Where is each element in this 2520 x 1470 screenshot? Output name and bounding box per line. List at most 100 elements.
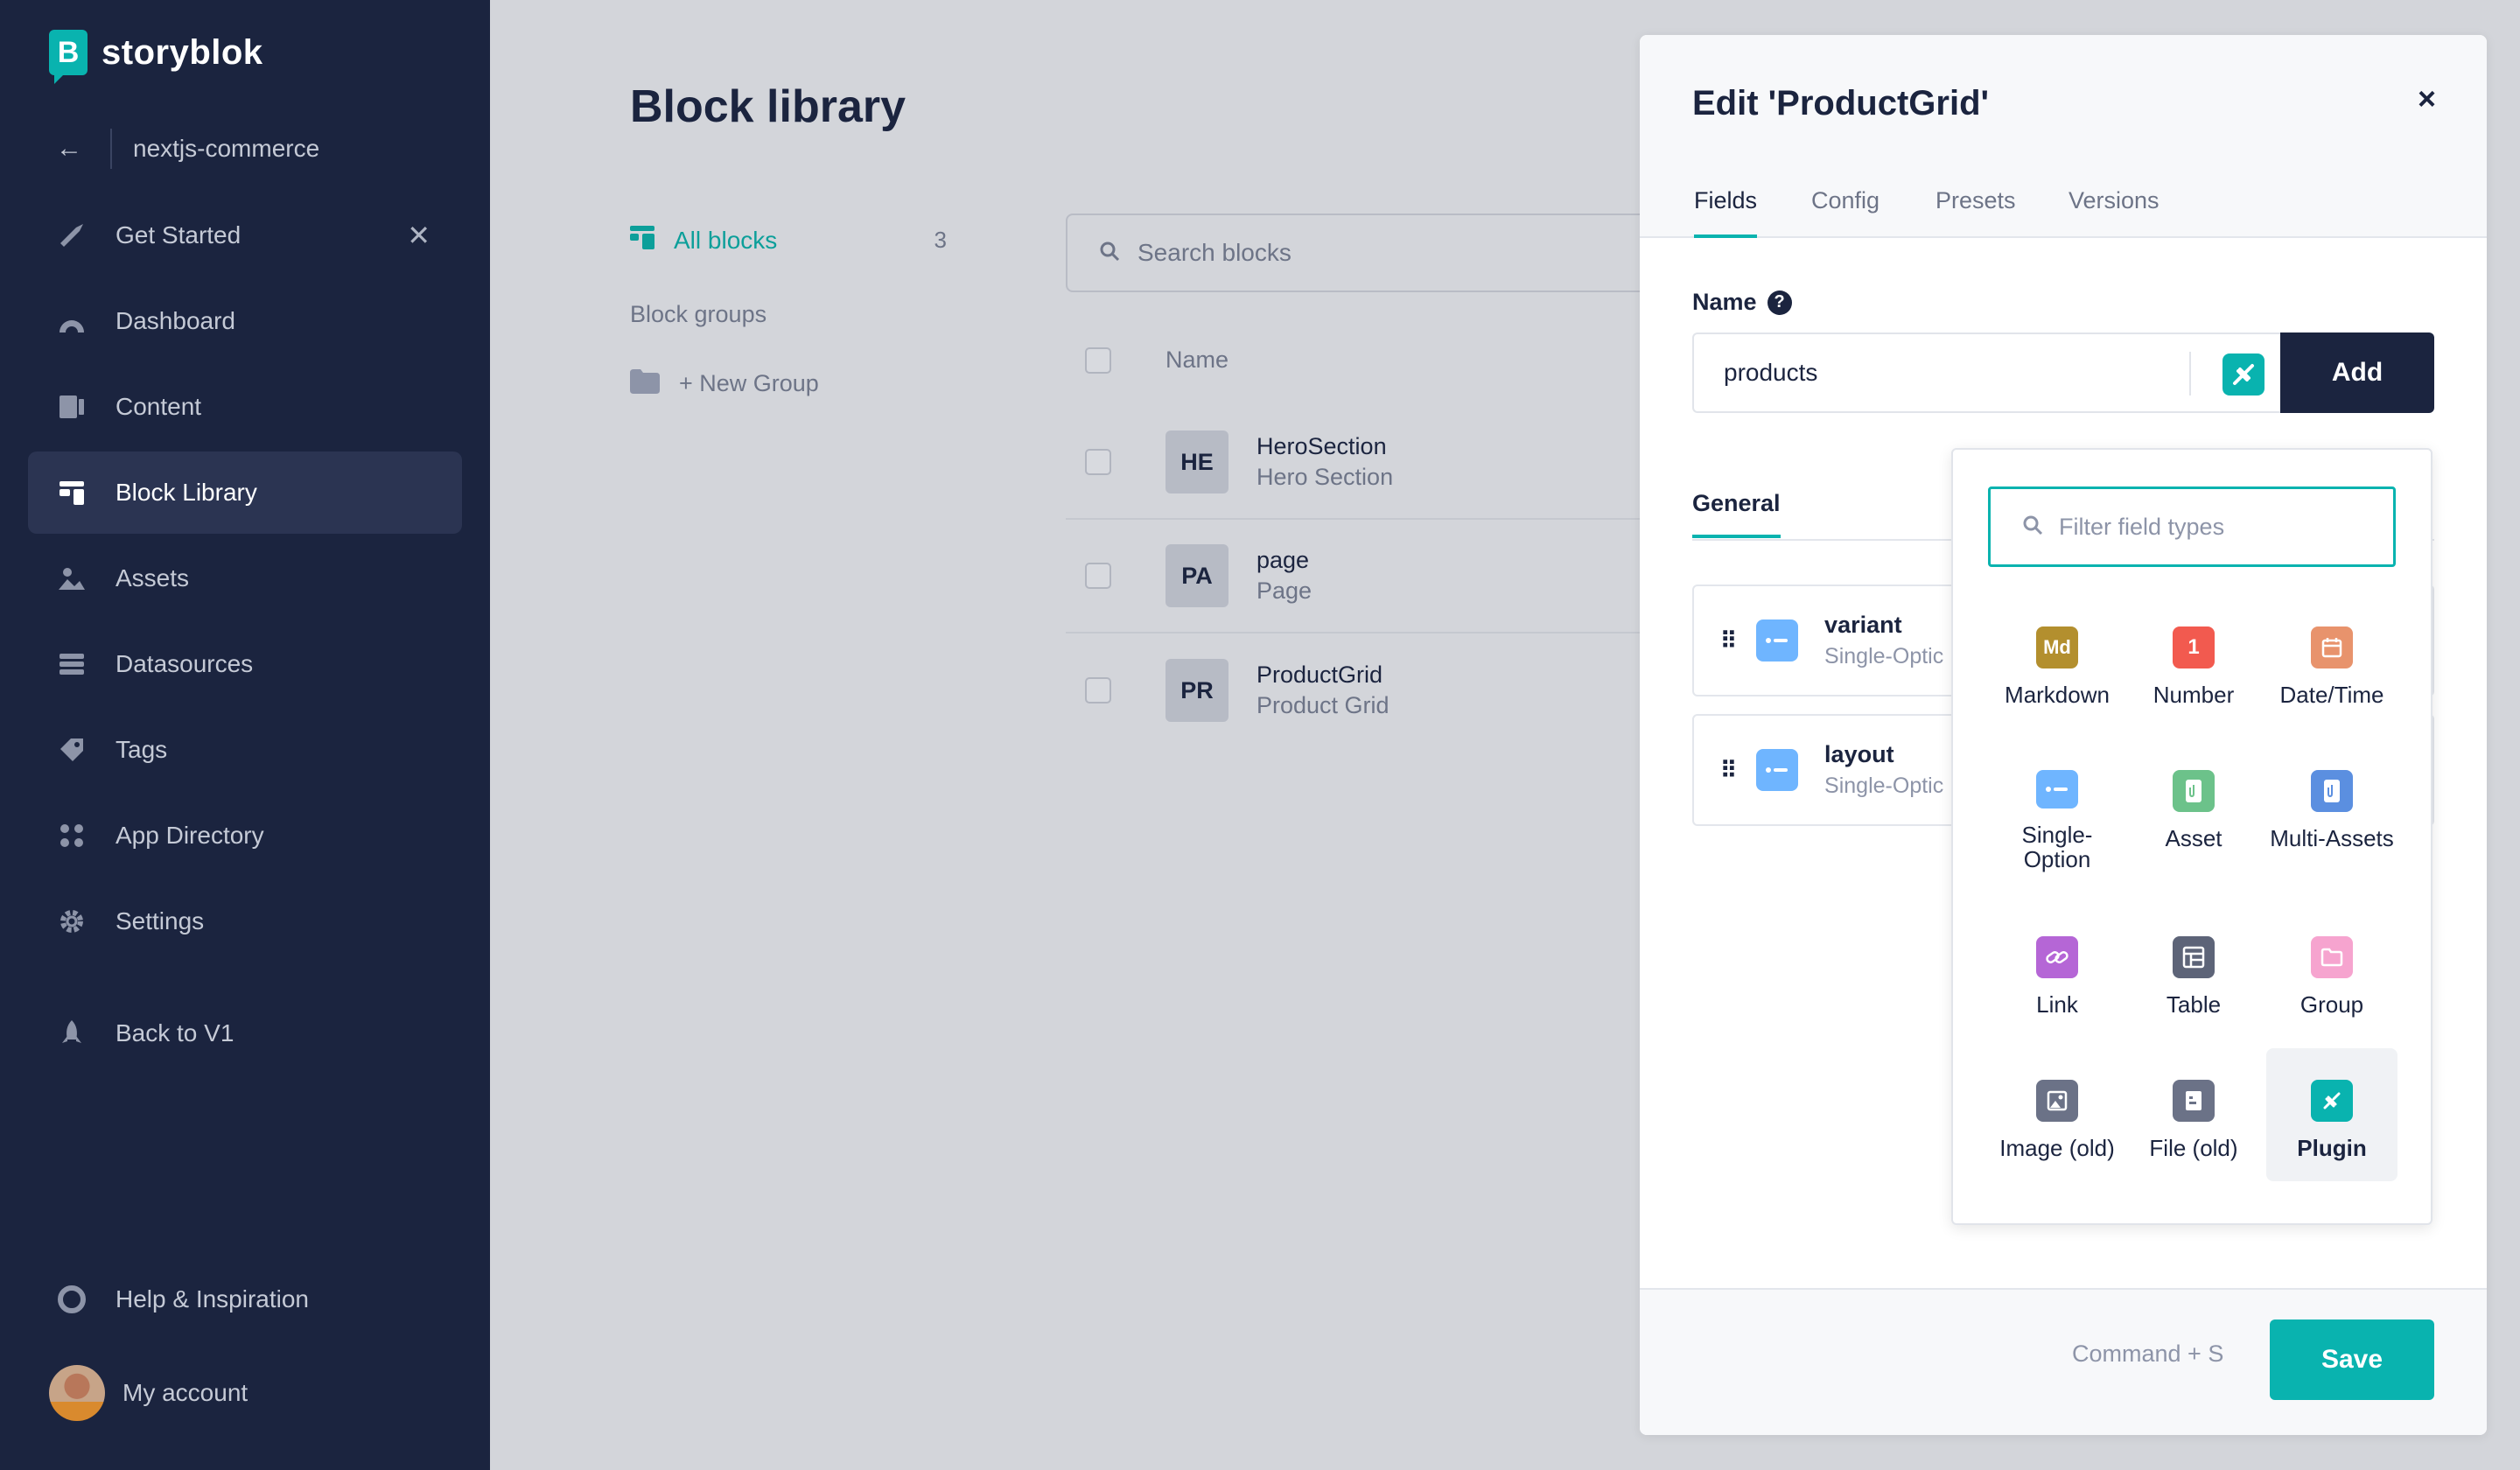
field-type-label: Image (old) bbox=[1999, 1135, 2115, 1161]
sidebar-item-get-started[interactable]: Get Started ✕ bbox=[28, 194, 462, 276]
field-type-multi-assets[interactable]: Multi-Assets bbox=[2266, 738, 2398, 872]
tab-fields[interactable]: Fields bbox=[1694, 187, 1758, 238]
sidebar-item-content[interactable]: Content bbox=[28, 366, 462, 448]
space-back-link[interactable]: ← nextjs-commerce bbox=[56, 128, 319, 170]
asset-icon bbox=[2173, 770, 2215, 812]
divider bbox=[110, 129, 112, 169]
brand-name: storyblok bbox=[102, 32, 263, 72]
sidebar-item-settings[interactable]: Settings bbox=[28, 880, 462, 962]
gear-icon bbox=[56, 906, 88, 937]
block-display-name: Product Grid bbox=[1256, 692, 1390, 718]
sidebar-item-label: Assets bbox=[116, 564, 190, 592]
space-name: nextjs-commerce bbox=[133, 135, 320, 162]
block-name: ProductGrid bbox=[1256, 662, 1383, 688]
field-type-group[interactable]: Group bbox=[2266, 905, 2398, 1038]
add-field-button[interactable]: Add bbox=[2280, 332, 2434, 413]
blocks-icon bbox=[630, 226, 658, 255]
field-name-input[interactable]: products bbox=[1692, 332, 2284, 413]
field-type-label: Markdown bbox=[2005, 682, 2110, 708]
field-type-label: Group bbox=[2300, 991, 2364, 1018]
sidebar-item-assets[interactable]: Assets bbox=[28, 537, 462, 620]
markdown-icon: Md bbox=[2036, 626, 2078, 668]
sidebar-item-label: Block Library bbox=[116, 479, 257, 506]
sidebar-item-label: Help & Inspiration bbox=[116, 1285, 310, 1312]
sidebar-item-datasources[interactable]: Datasources bbox=[28, 623, 462, 705]
block-badge: HE bbox=[1166, 430, 1228, 494]
image-icon bbox=[56, 563, 88, 594]
field-type-label: Link bbox=[2036, 991, 2078, 1018]
panel-header bbox=[1640, 35, 2487, 238]
apps-icon bbox=[56, 820, 88, 851]
block-badge: PR bbox=[1166, 659, 1228, 722]
account-label: My account bbox=[122, 1379, 248, 1406]
sidebar-item-help[interactable]: Help & Inspiration bbox=[28, 1258, 462, 1340]
rocket-icon bbox=[56, 1018, 88, 1049]
all-blocks-filter[interactable]: All blocks 3 bbox=[630, 226, 947, 255]
field-type-markdown[interactable]: Md Markdown bbox=[1992, 595, 2123, 728]
field-type-datetime[interactable]: Date/Time bbox=[2266, 595, 2398, 728]
panel-title: Edit 'ProductGrid' bbox=[1692, 84, 1990, 122]
sidebar-item-label: Tags bbox=[116, 736, 168, 763]
select-all-checkbox[interactable] bbox=[1085, 346, 1111, 374]
row-checkbox[interactable] bbox=[1085, 677, 1111, 704]
row-checkbox[interactable] bbox=[1085, 563, 1111, 589]
field-type-asset[interactable]: Asset bbox=[2128, 738, 2259, 872]
tag-icon bbox=[56, 734, 88, 766]
tab-config[interactable]: Config bbox=[1811, 187, 1880, 238]
field-type-link[interactable]: Link bbox=[1992, 905, 2123, 1038]
filter-field-types-input[interactable]: Filter field types bbox=[1988, 486, 2396, 567]
name-label-text: Name bbox=[1692, 289, 1757, 315]
sidebar-item-label: Get Started bbox=[116, 221, 242, 248]
field-type-table[interactable]: Table bbox=[2128, 905, 2259, 1038]
sidebar-item-label: App Directory bbox=[116, 822, 264, 849]
single-option-icon bbox=[2036, 770, 2078, 808]
content-icon bbox=[56, 391, 88, 423]
field-type-file-old[interactable]: File (old) bbox=[2128, 1048, 2259, 1181]
database-icon bbox=[56, 648, 88, 680]
account-menu[interactable]: My account bbox=[49, 1365, 248, 1421]
column-header-name[interactable]: Name bbox=[1166, 346, 1228, 374]
tab-versions[interactable]: Versions bbox=[2068, 187, 2160, 238]
sidebar-item-tags[interactable]: Tags bbox=[28, 709, 462, 791]
number-icon: 1 bbox=[2173, 626, 2215, 668]
tab-general[interactable]: General bbox=[1692, 490, 1781, 538]
link-icon bbox=[2036, 936, 2078, 978]
search-icon bbox=[2022, 514, 2043, 540]
sidebar-item-label: Datasources bbox=[116, 650, 254, 677]
drag-handle-icon[interactable]: ⠿ bbox=[1720, 757, 1737, 784]
sidebar-item-app-directory[interactable]: App Directory bbox=[28, 794, 462, 877]
name-label: Name ? bbox=[1692, 289, 1792, 316]
search-icon bbox=[1099, 241, 1120, 266]
sidebar-item-back-to-v1[interactable]: Back to V1 bbox=[28, 992, 462, 1074]
field-type: Single-Optic bbox=[1824, 644, 1944, 668]
new-group-button[interactable]: + New Group bbox=[630, 369, 819, 398]
sidebar-item-label: Content bbox=[116, 393, 202, 420]
field-type-number[interactable]: 1 Number bbox=[2128, 595, 2259, 728]
new-group-label: + New Group bbox=[679, 370, 819, 396]
field-type-plugin[interactable]: Plugin bbox=[2266, 1048, 2398, 1181]
drag-handle-icon[interactable]: ⠿ bbox=[1720, 627, 1737, 654]
sidebar-item-label: Dashboard bbox=[116, 307, 235, 334]
close-icon[interactable]: ✕ bbox=[407, 219, 430, 252]
sidebar-item-label: Settings bbox=[116, 907, 205, 934]
lifebuoy-icon bbox=[56, 1284, 88, 1315]
help-icon[interactable]: ? bbox=[1767, 290, 1792, 315]
filter-placeholder: Filter field types bbox=[2059, 513, 2225, 540]
field-type-image-old[interactable]: Image (old) bbox=[1992, 1048, 2123, 1181]
field-type-label: Multi-Assets bbox=[2270, 825, 2394, 851]
field-type-label: Single-Option bbox=[2021, 822, 2093, 872]
sidebar-item-block-library[interactable]: Block Library bbox=[28, 452, 462, 534]
block-display-name: Hero Section bbox=[1256, 464, 1394, 490]
file-old-icon bbox=[2173, 1080, 2215, 1122]
search-placeholder: Search blocks bbox=[1138, 239, 1292, 266]
field-type-single-option[interactable]: Single-Option bbox=[1992, 738, 2123, 872]
field-type-label: Plugin bbox=[2297, 1135, 2367, 1161]
tab-presets[interactable]: Presets bbox=[1936, 187, 2016, 238]
block-display-name: Page bbox=[1256, 578, 1312, 604]
row-checkbox[interactable] bbox=[1085, 449, 1111, 475]
close-icon[interactable]: × bbox=[2418, 80, 2436, 117]
save-button[interactable]: Save bbox=[2270, 1320, 2434, 1400]
plugin-type-icon[interactable] bbox=[2222, 354, 2264, 402]
storyblok-logo[interactable]: B storyblok bbox=[49, 30, 263, 84]
sidebar-item-dashboard[interactable]: Dashboard bbox=[28, 280, 462, 362]
